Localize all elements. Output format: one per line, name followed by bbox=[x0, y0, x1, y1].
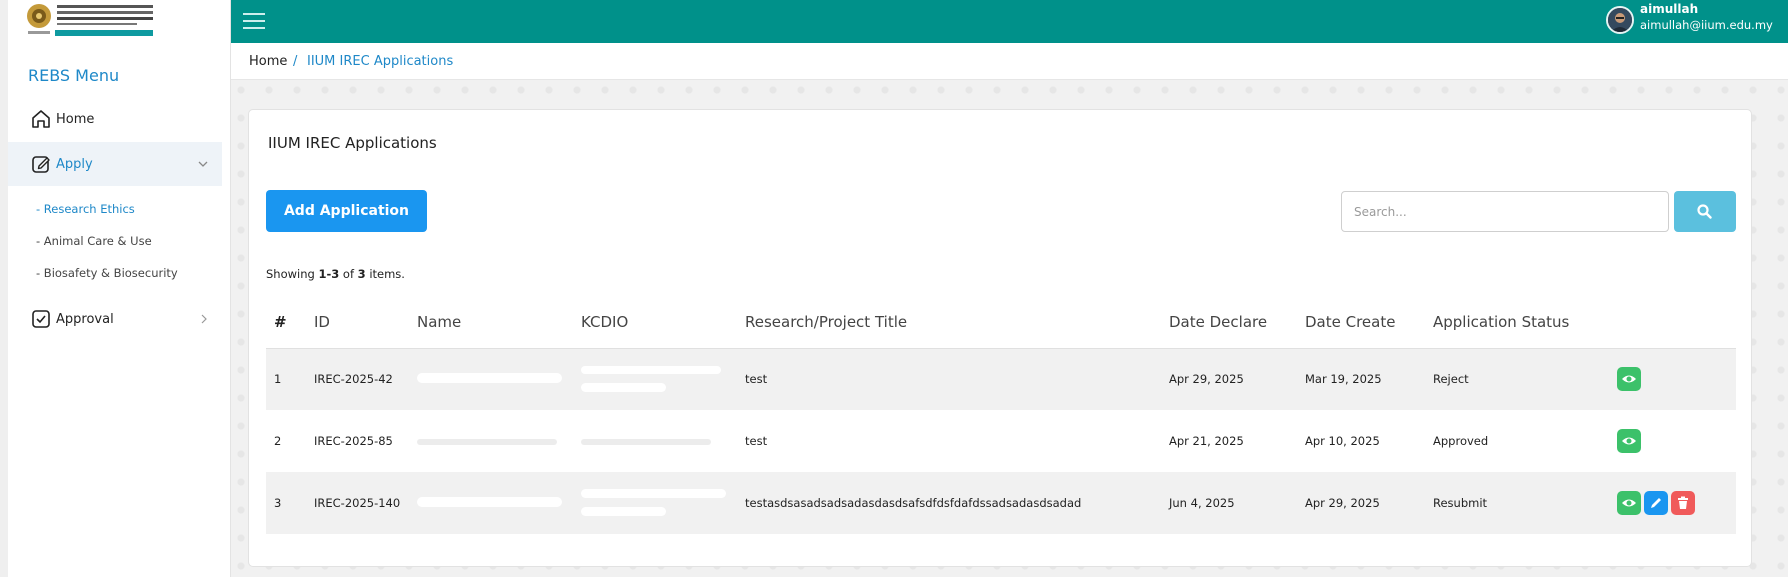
cell-number: 3 bbox=[266, 472, 306, 534]
column-header-actions bbox=[1609, 297, 1736, 348]
cell-date-declare: Apr 21, 2025 bbox=[1161, 410, 1297, 472]
cell-name-redacted bbox=[409, 472, 573, 534]
column-header-kcdio[interactable]: KCDIO bbox=[573, 297, 737, 348]
cell-kcdio-redacted bbox=[573, 348, 737, 410]
cell-status: Resubmit bbox=[1425, 472, 1609, 534]
sidebar-subitem-biosafety[interactable]: - Biosafety & Biosecurity bbox=[36, 266, 178, 280]
cell-status: Approved bbox=[1425, 410, 1609, 472]
table-row: 1 IREC-2025-42 test Apr 29, 2025 Mar 19,… bbox=[266, 348, 1736, 410]
cell-kcdio-redacted bbox=[573, 472, 737, 534]
summary-mid: of bbox=[339, 267, 358, 281]
cell-id: IREC-2025-42 bbox=[306, 348, 409, 410]
delete-button[interactable] bbox=[1671, 491, 1695, 515]
hamburger-menu-icon[interactable] bbox=[243, 10, 265, 29]
summary-range: 1-3 bbox=[318, 267, 340, 281]
add-application-button[interactable]: Add Application bbox=[266, 190, 427, 232]
sidebar-subitem-animal-care[interactable]: - Animal Care & Use bbox=[36, 234, 152, 248]
cell-id: IREC-2025-140 bbox=[306, 472, 409, 534]
cell-date-create: Apr 29, 2025 bbox=[1297, 472, 1425, 534]
pencil-icon bbox=[1651, 498, 1661, 508]
trash-icon bbox=[1678, 496, 1688, 509]
column-header-status[interactable]: Application Status bbox=[1425, 297, 1609, 348]
sidebar-subitem-research-ethics[interactable]: - Research Ethics bbox=[36, 202, 135, 216]
column-header-name[interactable]: Name bbox=[409, 297, 573, 348]
sidebar-item-label: Home bbox=[56, 111, 95, 127]
applications-table: # ID Name KCDIO Research/Project Title D… bbox=[266, 297, 1736, 534]
cell-id: IREC-2025-85 bbox=[306, 410, 409, 472]
breadcrumb-current: IIUM IREC Applications bbox=[307, 54, 454, 69]
search-button[interactable] bbox=[1674, 191, 1736, 232]
summary-prefix: Showing bbox=[266, 267, 319, 281]
view-button[interactable] bbox=[1617, 491, 1641, 515]
view-button[interactable] bbox=[1617, 367, 1641, 392]
cell-title: testasdsasadsadsadasdasdsafsdfdsfdafdssa… bbox=[737, 472, 1161, 534]
cell-actions bbox=[1609, 410, 1736, 472]
search-input[interactable] bbox=[1341, 191, 1669, 232]
cell-title: test bbox=[737, 348, 1161, 410]
cell-name-redacted bbox=[409, 410, 573, 472]
column-header-number[interactable]: # bbox=[266, 297, 306, 348]
sidebar: REBS Menu Home Apply - Research Ethics -… bbox=[8, 0, 231, 577]
cell-status: Reject bbox=[1425, 348, 1609, 410]
home-icon bbox=[32, 110, 50, 128]
breadcrumb: Home / IIUM IREC Applications bbox=[231, 43, 1788, 80]
cell-number: 2 bbox=[266, 410, 306, 472]
column-header-id[interactable]: ID bbox=[306, 297, 409, 348]
user-email: aimullah@iium.edu.my bbox=[1640, 18, 1773, 32]
search-icon bbox=[1697, 204, 1712, 219]
eye-icon bbox=[1622, 499, 1636, 507]
breadcrumb-home-link[interactable]: Home bbox=[249, 54, 287, 69]
breadcrumb-separator: / bbox=[293, 54, 298, 69]
view-button[interactable] bbox=[1617, 429, 1641, 453]
cell-kcdio-redacted bbox=[573, 410, 737, 472]
cell-date-create: Apr 10, 2025 bbox=[1297, 410, 1425, 472]
checkbox-icon bbox=[32, 310, 50, 328]
avatar[interactable] bbox=[1606, 6, 1634, 34]
cell-actions bbox=[1609, 348, 1736, 410]
cell-number: 1 bbox=[266, 348, 306, 410]
cell-title: test bbox=[737, 410, 1161, 472]
cell-date-create: Mar 19, 2025 bbox=[1297, 348, 1425, 410]
sidebar-item-apply[interactable]: Apply bbox=[8, 142, 222, 186]
table-header-row: # ID Name KCDIO Research/Project Title D… bbox=[266, 297, 1736, 348]
chevron-down-icon bbox=[198, 161, 208, 167]
user-name[interactable]: aimullah bbox=[1640, 2, 1698, 16]
page-title: IIUM IREC Applications bbox=[268, 134, 437, 152]
eye-icon bbox=[1622, 375, 1636, 383]
sidebar-item-approval[interactable]: Approval bbox=[8, 297, 222, 341]
column-header-title[interactable]: Research/Project Title bbox=[737, 297, 1161, 348]
column-header-date-create[interactable]: Date Create bbox=[1297, 297, 1425, 348]
eye-icon bbox=[1622, 437, 1636, 445]
table-row: 2 IREC-2025-85 test Apr 21, 2025 Apr 10,… bbox=[266, 410, 1736, 472]
menu-title: REBS Menu bbox=[28, 66, 120, 85]
sidebar-item-label: Apply bbox=[56, 156, 93, 172]
top-bar: aimullah aimullah@iium.edu.my bbox=[231, 0, 1788, 43]
sidebar-item-label: Approval bbox=[56, 311, 114, 327]
edit-button[interactable] bbox=[1644, 491, 1668, 515]
applications-card: IIUM IREC Applications Add Application S… bbox=[248, 109, 1752, 567]
chevron-right-icon bbox=[201, 314, 207, 324]
cell-date-declare: Apr 29, 2025 bbox=[1161, 348, 1297, 410]
summary-total: 3 bbox=[357, 267, 366, 281]
column-header-date-declare[interactable]: Date Declare bbox=[1161, 297, 1297, 348]
sidebar-item-home[interactable]: Home bbox=[8, 97, 222, 141]
summary-suffix: items. bbox=[365, 267, 405, 281]
cell-actions bbox=[1609, 472, 1736, 534]
cell-name-redacted bbox=[409, 348, 573, 410]
university-logo[interactable] bbox=[25, 0, 157, 42]
cell-date-declare: Jun 4, 2025 bbox=[1161, 472, 1297, 534]
edit-square-icon bbox=[32, 156, 50, 173]
table-row: 3 IREC-2025-140 testasdsasadsadsadasdasd… bbox=[266, 472, 1736, 534]
results-summary: Showing 1-3 of 3 items. bbox=[266, 267, 405, 281]
